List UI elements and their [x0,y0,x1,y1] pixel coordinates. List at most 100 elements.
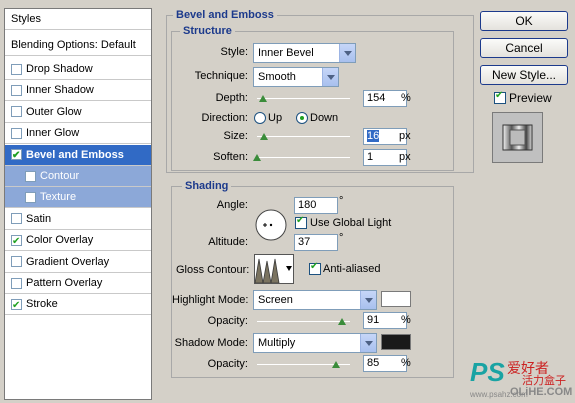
style-item-inner-shadow[interactable]: Inner Shadow [5,80,151,102]
style-item-label: Satin [26,212,52,225]
style-item-label: Inner Shadow [26,84,94,97]
highlight-opacity-label: Opacity: [207,315,248,327]
style-item-outer-glow[interactable]: Outer Glow [5,102,151,123]
style-item-checkbox[interactable] [11,63,22,75]
technique-select-value: Smooth [258,71,296,83]
shadow-opacity-unit: % [401,357,411,369]
layer-style-dialog: Styles Blending Options: Default Drop Sh… [0,0,575,403]
style-item-label: Texture [40,191,77,204]
style-item-checkbox[interactable] [11,146,22,166]
blending-options[interactable]: Blending Options: Default [5,35,151,56]
style-item-satin[interactable]: Satin [5,209,151,230]
style-item-checkbox[interactable] [11,232,22,252]
soften-slider-track[interactable] [257,157,350,158]
angle-input[interactable]: 180 [294,197,338,214]
direction-label: Direction: [201,112,248,124]
style-select-value: Inner Bevel [258,47,314,59]
style-label: Style: [220,46,248,58]
anti-aliased-checkbox[interactable] [309,261,321,275]
styles-header-label: Styles [11,13,41,25]
style-item-drop-shadow[interactable]: Drop Shadow [5,59,151,80]
global-light-checkbox[interactable] [295,215,307,229]
shadow-mode-select[interactable]: Multiply [253,333,377,353]
shadow-color-swatch[interactable] [381,334,411,350]
gloss-contour-picker[interactable] [254,254,294,284]
direction-down-label: Down [310,112,339,124]
style-item-label: Inner Glow [26,127,80,140]
style-item-checkbox[interactable] [25,191,36,203]
chevron-down-icon [339,44,355,62]
highlight-opacity-slider-track[interactable] [257,321,350,322]
size-label: Size: [223,130,248,142]
style-select[interactable]: Inner Bevel [253,43,356,63]
style-item-stroke[interactable]: Stroke [5,294,151,316]
highlight-color-swatch[interactable] [381,291,411,307]
shadow-mode-label: Shadow Mode: [174,337,248,349]
size-unit: px [399,130,411,142]
altitude-unit: ° [339,232,344,244]
style-item-label: Bevel and Emboss [26,148,124,161]
altitude-input[interactable]: 37 [294,234,338,251]
shadow-opacity-label: Opacity: [207,358,248,370]
style-item-label: Gradient Overlay [26,255,110,268]
chevron-down-icon [286,266,292,271]
preview-checkbox[interactable] [494,90,506,104]
shadow-opacity-slider-thumb[interactable] [332,361,341,369]
style-item-texture[interactable]: Texture [5,187,151,209]
style-item-inner-glow[interactable]: Inner Glow [5,123,151,145]
style-item-checkbox[interactable] [11,213,22,225]
watermark-ps: PS [470,357,505,387]
style-item-checkbox[interactable] [11,84,22,96]
blending-options-label: Blending Options: Default [11,39,136,51]
style-item-pattern-overlay[interactable]: Pattern Overlay [5,273,151,294]
cancel-button[interactable]: Cancel [480,38,568,58]
style-item-checkbox[interactable] [11,296,22,316]
new-style-button[interactable]: New Style... [480,65,568,85]
technique-label: Technique: [194,70,248,82]
style-item-label: Stroke [26,298,58,311]
bevel-emboss-title: Bevel and Emboss [173,9,277,21]
shadow-mode-value: Multiply [258,337,296,349]
highlight-opacity-unit: % [401,314,411,326]
direction-down-radio[interactable] [296,112,308,124]
style-item-color-overlay[interactable]: Color Overlay [5,230,151,252]
styles-header[interactable]: Styles [5,9,151,30]
size-input-value: 16 [367,130,380,142]
style-item-contour[interactable]: Contour [5,166,151,187]
size-slider-track[interactable] [257,136,350,137]
shading-title: Shading [182,180,232,192]
watermark-url: www.psahz.com [470,390,528,399]
angle-dial[interactable] [254,208,288,242]
style-item-checkbox[interactable] [25,170,36,182]
style-item-bevel-and-emboss[interactable]: Bevel and Emboss [5,144,151,166]
style-item-label: Drop Shadow [26,63,93,75]
soften-unit: px [399,151,411,163]
direction-up-radio[interactable] [254,112,266,124]
highlight-opacity-slider-thumb[interactable] [337,318,347,326]
style-preview-thumbnail [492,112,543,163]
highlight-mode-value: Screen [258,294,293,306]
technique-select[interactable]: Smooth [253,67,339,87]
style-item-checkbox[interactable] [11,127,22,139]
style-item-gradient-overlay[interactable]: Gradient Overlay [5,252,151,273]
soften-slider-thumb[interactable] [253,154,262,162]
depth-slider-thumb[interactable] [258,95,268,103]
depth-slider-track[interactable] [257,98,350,99]
gloss-contour-label: Gloss Contour: [176,264,250,276]
ok-button[interactable]: OK [480,11,568,31]
depth-unit: % [401,92,411,104]
chevron-down-icon [322,68,338,86]
soften-label: Soften: [213,151,248,163]
style-item-checkbox[interactable] [11,277,22,289]
style-item-label: Outer Glow [26,105,82,118]
chevron-down-icon [360,334,376,352]
size-slider-thumb[interactable] [260,133,269,141]
style-preview-image [502,124,533,151]
gloss-contour-icon [254,258,280,284]
highlight-mode-select[interactable]: Screen [253,290,377,310]
styles-list: Styles Blending Options: Default Drop Sh… [4,8,152,400]
chevron-down-icon [360,291,376,309]
highlight-mode-label: Highlight Mode: [172,294,249,306]
style-item-checkbox[interactable] [11,106,22,118]
style-item-checkbox[interactable] [11,256,22,268]
